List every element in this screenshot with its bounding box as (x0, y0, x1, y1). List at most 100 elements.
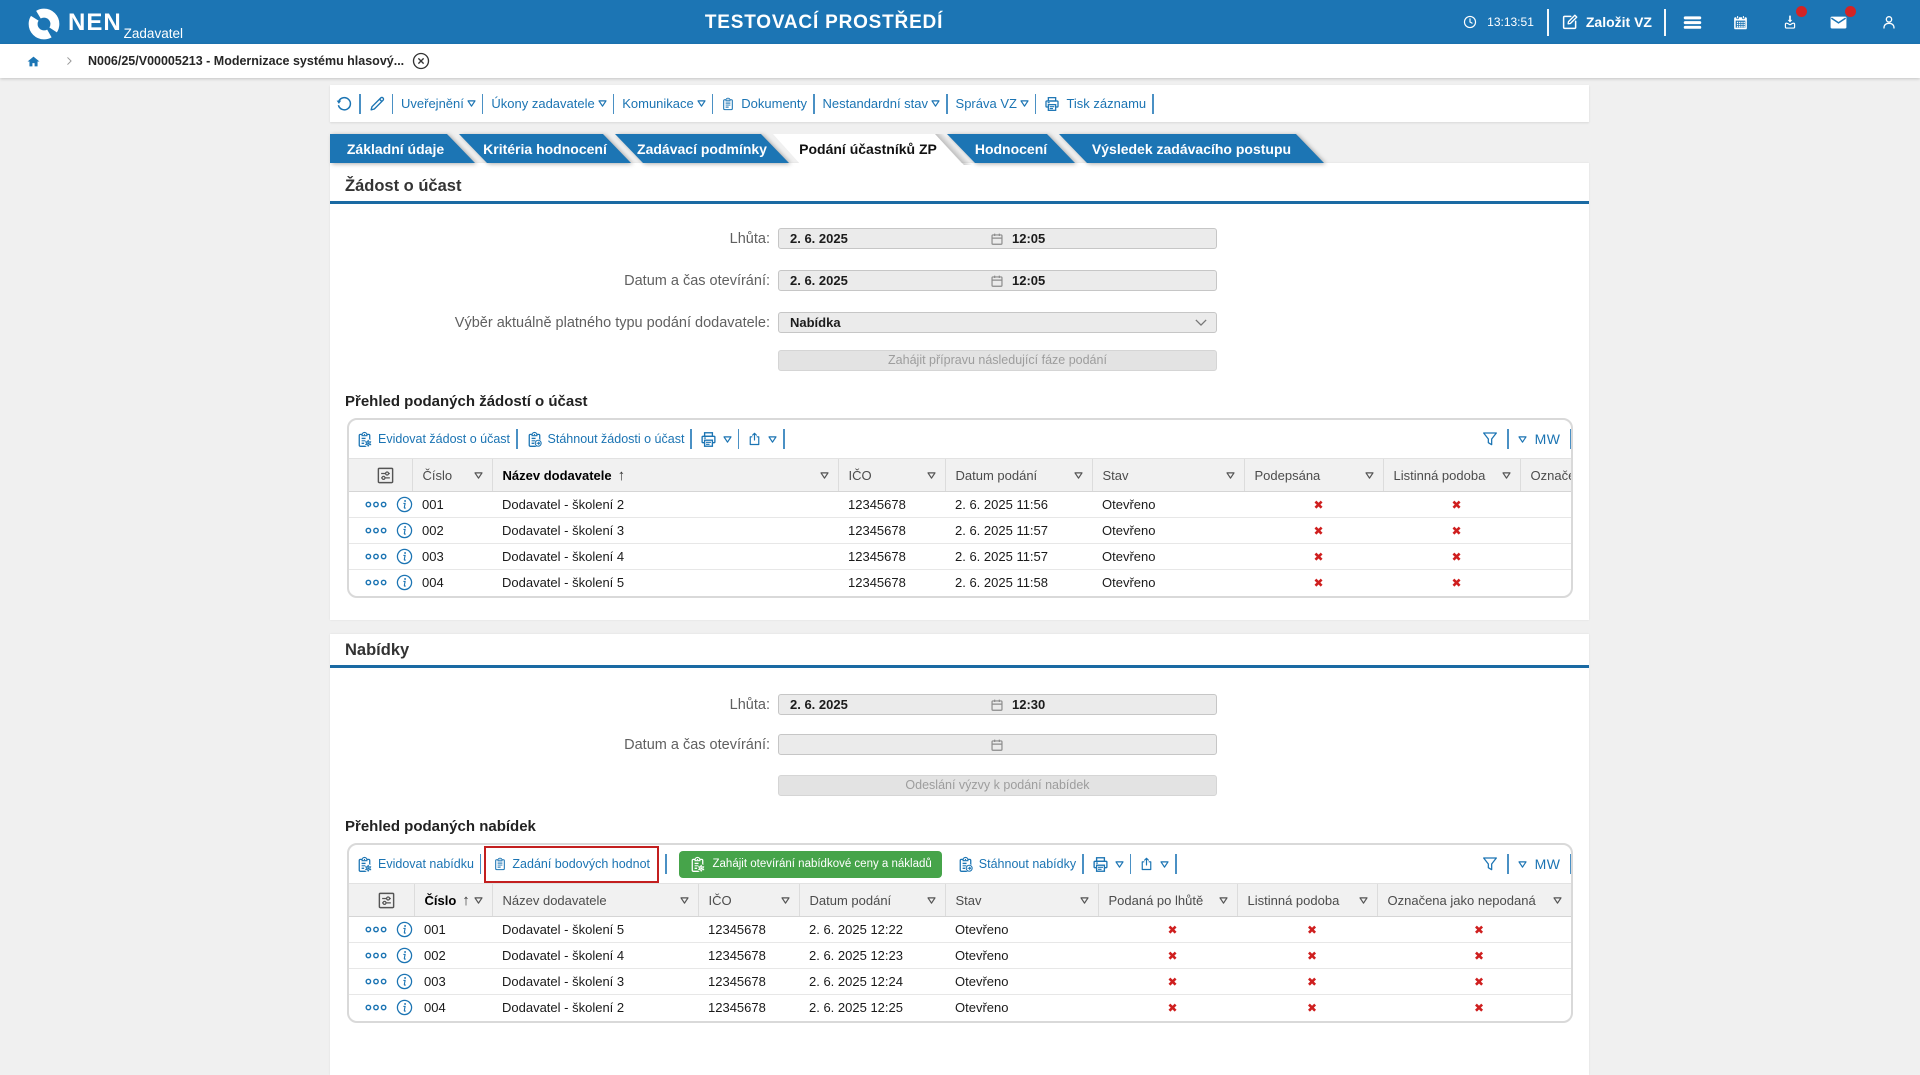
history-icon[interactable] (336, 95, 353, 112)
filter-caret-icon[interactable] (1365, 472, 1374, 479)
col-nazev-dodavatele[interactable]: Název dodavatele↑ (492, 459, 838, 492)
lhuta-field[interactable]: 2. 6. 2025 12:30 (778, 694, 1217, 715)
menu-ukony-zadavatele[interactable]: Úkony zadavatele (491, 97, 606, 110)
row-info-icon[interactable] (396, 574, 413, 591)
row-menu-icon[interactable] (365, 553, 387, 560)
export-button[interactable] (747, 431, 777, 447)
filter-caret-icon[interactable] (474, 472, 483, 479)
col-oznacena[interactable]: Označena jako nepodaná (1377, 884, 1571, 917)
menu-tisk-zaznamu[interactable]: Tisk záznamu (1044, 96, 1146, 112)
row-menu-icon[interactable] (365, 978, 387, 985)
row-info-icon[interactable] (396, 921, 413, 938)
menu-dokumenty[interactable]: Dokumenty (721, 97, 807, 111)
col-stav[interactable]: Stav (1092, 459, 1244, 492)
breadcrumb-item[interactable]: N006/25/V00005213 - Modernizace systému … (88, 54, 404, 68)
table-row[interactable]: 003 Dodavatel - školení 3 12345678 2. 6.… (349, 969, 1571, 995)
col-cislo[interactable]: Číslo (412, 459, 492, 492)
row-info-icon[interactable] (396, 947, 413, 964)
stahnout-nabidky-button[interactable]: Stáhnout nabídky (957, 856, 1076, 873)
evidovat-nabidku-button[interactable]: Evidovat nabídku (356, 856, 474, 873)
row-menu-icon[interactable] (365, 579, 387, 586)
menu-komunikace[interactable]: Komunikace (622, 97, 706, 110)
row-info-icon[interactable] (396, 973, 413, 990)
row-menu-icon[interactable] (365, 926, 387, 933)
caret-down-icon[interactable] (1518, 861, 1527, 868)
col-ico[interactable]: IČO (698, 884, 799, 917)
new-vz-icon[interactable] (1561, 13, 1579, 31)
col-oznacena[interactable]: Označena jako nepodaná (1520, 459, 1573, 492)
filter-caret-icon[interactable] (1359, 897, 1368, 904)
tab[interactable]: Podání účastníků ZP (773, 134, 963, 163)
evidovat-zadost-button[interactable]: Evidovat žádost o účast (356, 431, 510, 448)
row-info-icon[interactable] (396, 548, 413, 565)
oteviranie-field[interactable]: 2. 6. 2025 12:05 (778, 270, 1217, 291)
row-menu-icon[interactable] (365, 527, 387, 534)
col-stav[interactable]: Stav (945, 884, 1098, 917)
menu-uverejneni[interactable]: Uveřejnění (401, 97, 476, 110)
filter-caret-icon[interactable] (927, 897, 936, 904)
table-row[interactable]: 004 Dodavatel - školení 2 12345678 2. 6.… (349, 995, 1571, 1021)
export-button[interactable] (1139, 856, 1169, 872)
filter-caret-icon[interactable] (474, 897, 483, 904)
col-podana-po-lhute[interactable]: Podaná po lhůtě (1098, 884, 1237, 917)
filter-caret-icon[interactable] (1219, 897, 1228, 904)
caret-down-icon[interactable] (1518, 436, 1527, 443)
mw-button[interactable]: MW (1535, 431, 1561, 447)
tab[interactable]: Výsledek zadávacího postupu (1059, 134, 1324, 163)
row-info-icon[interactable] (396, 999, 413, 1016)
row-menu-icon[interactable] (365, 501, 387, 508)
row-info-icon[interactable] (396, 522, 413, 539)
col-ico[interactable]: IČO (838, 459, 945, 492)
breadcrumb-close-icon[interactable] (412, 52, 430, 70)
filter-button[interactable] (1482, 431, 1498, 447)
col-nazev-dodavatele[interactable]: Název dodavatele (492, 884, 698, 917)
row-info-icon[interactable] (396, 496, 413, 513)
menu-icon[interactable] (1682, 12, 1703, 33)
filter-caret-icon[interactable] (1074, 472, 1083, 479)
table-row[interactable]: 001 Dodavatel - školení 5 12345678 2. 6.… (349, 917, 1571, 943)
filter-button[interactable] (1482, 856, 1498, 872)
tab[interactable]: Základní údaje (330, 134, 475, 163)
oteviranie-field-empty[interactable] (778, 734, 1217, 755)
table-row[interactable]: 003 Dodavatel - školení 4 12345678 2. 6.… (349, 544, 1573, 570)
col-podepsana[interactable]: Podepsána (1244, 459, 1383, 492)
lhuta-field[interactable]: 2. 6. 2025 12:05 (778, 228, 1217, 249)
tab[interactable]: Kritéria hodnocení (459, 134, 631, 163)
menu-nestandardni-stav[interactable]: Nestandardní stav (823, 97, 941, 110)
filter-caret-icon[interactable] (781, 897, 790, 904)
zahajit-pripravu-button[interactable]: Zahájit přípravu následující fáze podání (778, 350, 1217, 371)
mail-icon[interactable] (1829, 13, 1848, 32)
user-icon[interactable] (1881, 14, 1897, 30)
filter-caret-icon[interactable] (1226, 472, 1235, 479)
zadani-bodovych-hodnot-button[interactable]: Zadání bodových hodnot (493, 857, 650, 871)
stahnout-zadosti-button[interactable]: Stáhnout žádosti o účast (526, 431, 685, 448)
filter-caret-icon[interactable] (820, 472, 829, 479)
tab[interactable]: Zadávací podmínky (615, 134, 789, 163)
filter-caret-icon[interactable] (680, 897, 689, 904)
row-menu-icon[interactable] (365, 952, 387, 959)
filter-caret-icon[interactable] (1502, 472, 1511, 479)
inbox-icon[interactable] (1781, 13, 1799, 31)
print-button[interactable] (1092, 856, 1124, 873)
column-config-icon[interactable] (359, 891, 414, 910)
filter-caret-icon[interactable] (1080, 897, 1089, 904)
column-config-icon[interactable] (359, 466, 412, 485)
table-row[interactable]: 001 Dodavatel - školení 2 12345678 2. 6.… (349, 492, 1573, 518)
vyber-typu-select[interactable]: Nabídka (778, 312, 1217, 333)
filter-caret-icon[interactable] (927, 472, 936, 479)
col-listinna-podoba[interactable]: Listinná podoba (1383, 459, 1520, 492)
col-datum-podani[interactable]: Datum podání (945, 459, 1092, 492)
col-listinna-podoba[interactable]: Listinná podoba (1237, 884, 1377, 917)
print-button[interactable] (700, 431, 732, 448)
filter-caret-icon[interactable] (1553, 897, 1562, 904)
home-icon[interactable] (27, 55, 40, 68)
mw-button[interactable]: MW (1535, 856, 1561, 872)
table-row[interactable]: 002 Dodavatel - školení 3 12345678 2. 6.… (349, 518, 1573, 544)
col-cislo[interactable]: Číslo↑ (414, 884, 492, 917)
zahajit-oteviranie-button[interactable]: Zahájit otevírání nabídkové ceny a nákla… (679, 851, 942, 878)
row-menu-icon[interactable] (365, 1004, 387, 1011)
nen-logo[interactable]: NEN Zadavatel (27, 4, 183, 41)
menu-sprava-vz[interactable]: Správa VZ (956, 97, 1029, 110)
table-row[interactable]: 002 Dodavatel - školení 4 12345678 2. 6.… (349, 943, 1571, 969)
edit-icon[interactable] (369, 95, 386, 112)
